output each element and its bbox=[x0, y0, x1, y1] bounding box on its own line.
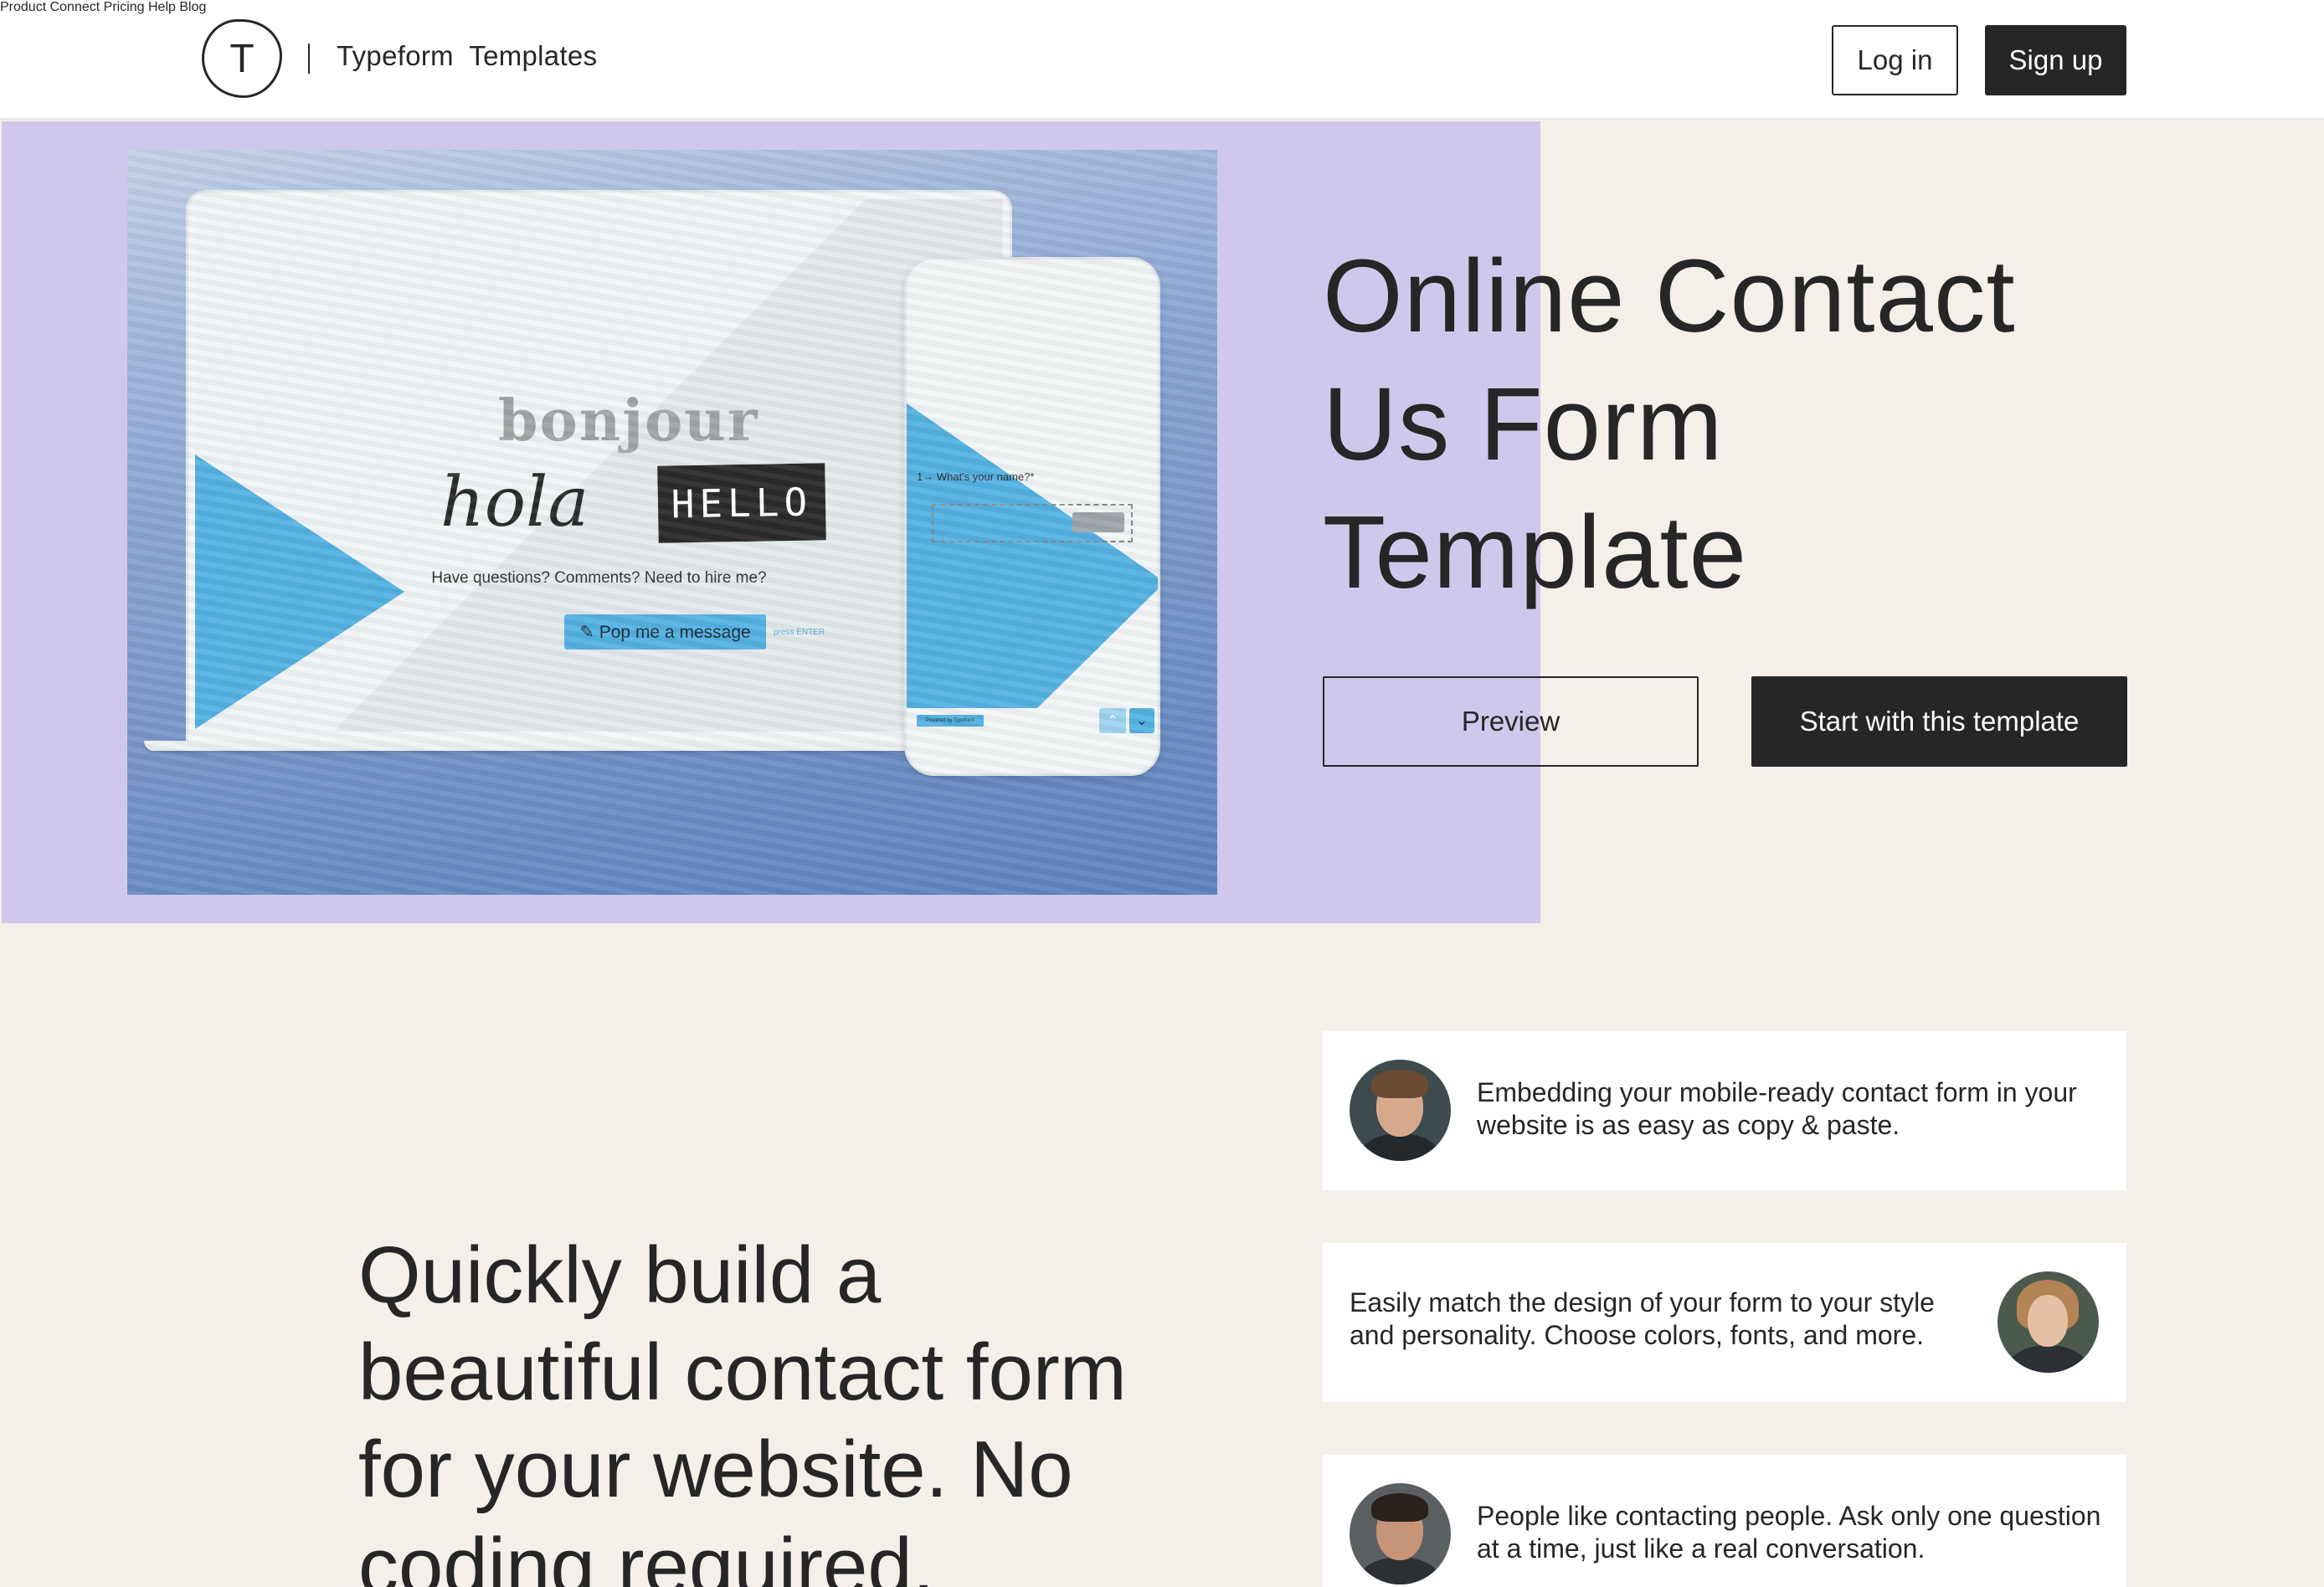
press-enter-hint: press ENTER bbox=[774, 628, 825, 637]
login-button[interactable]: Log in bbox=[1832, 25, 1958, 95]
card-text-line: Easily match the design of your form to … bbox=[1350, 1287, 1935, 1317]
site-header: T Typeform Templates Product Connect Pri… bbox=[0, 0, 2324, 120]
heading-line-3: for your website. No bbox=[358, 1425, 1073, 1514]
heading-line-4: coding required. bbox=[358, 1522, 935, 1587]
nav-product[interactable]: Product bbox=[0, 0, 46, 14]
heading-line-2: beautiful contact form bbox=[358, 1328, 1127, 1417]
title-line-1: Online Contact bbox=[1323, 239, 2016, 354]
logo-letter: T bbox=[229, 36, 255, 81]
feature-card: Embedding your mobile-ready contact form… bbox=[1323, 1031, 2126, 1190]
start-template-button[interactable]: Start with this template bbox=[1751, 676, 2127, 767]
chevron-up-icon: ⌃ bbox=[1099, 708, 1126, 733]
card-text-line: Embedding your mobile-ready contact form… bbox=[1477, 1077, 2077, 1107]
feature-card: People like contacting people. Ask only … bbox=[1323, 1455, 2126, 1587]
hero-template-preview-image: bonjour hola HELLO Have questions? Comme… bbox=[127, 150, 1217, 895]
heading-line-1: Quickly build a bbox=[358, 1230, 882, 1320]
male-bearded-avatar bbox=[1350, 1483, 1451, 1584]
card-text: People like contacting people. Ask only … bbox=[1477, 1500, 2100, 1565]
phone-input-field bbox=[932, 504, 1133, 542]
hello-label: HELLO bbox=[657, 463, 826, 543]
laptop-mockup: bonjour hola HELLO Have questions? Comme… bbox=[186, 190, 1012, 751]
brand-templates-link[interactable]: Typeform Templates bbox=[337, 40, 597, 72]
phone-bottom-bar bbox=[907, 743, 1158, 773]
nav-help[interactable]: Help bbox=[148, 0, 176, 14]
logo-divider bbox=[308, 44, 310, 74]
card-text-line: People like contacting people. Ask only … bbox=[1477, 1501, 2101, 1531]
signup-button[interactable]: Sign up bbox=[1985, 25, 2126, 95]
male-avatar bbox=[1350, 1060, 1451, 1161]
mockup-question: Have questions? Comments? Need to hire m… bbox=[431, 569, 767, 587]
nav-connect[interactable]: Connect bbox=[50, 0, 100, 14]
preview-button[interactable]: Preview bbox=[1323, 676, 1699, 767]
blue-triangle-shape bbox=[195, 455, 404, 729]
title-line-2: Us Form bbox=[1323, 367, 1724, 482]
nav-blog[interactable]: Blog bbox=[179, 0, 206, 14]
feature-card: Easily match the design of your form to … bbox=[1323, 1243, 2126, 1402]
title-line-3: Template bbox=[1323, 496, 1748, 610]
female-avatar bbox=[1998, 1271, 2099, 1373]
card-text-line: and personality. Choose colors, fonts, a… bbox=[1350, 1320, 1924, 1350]
mockup-cta-button: ✎ Pop me a message bbox=[564, 614, 766, 650]
keyboard-icon bbox=[1072, 512, 1124, 532]
phone-mockup: 1→ What's your name?* Powered by Typefor… bbox=[904, 257, 1160, 776]
main-nav: Product Connect Pricing Help Blog bbox=[0, 0, 2324, 15]
hola-text: hola bbox=[440, 463, 589, 542]
powered-by-badge: Powered by Typeform bbox=[917, 715, 984, 727]
phone-question: 1→ What's your name?* bbox=[917, 470, 1035, 483]
laptop-base bbox=[144, 741, 1015, 751]
section-heading: Quickly build a beautiful contact form f… bbox=[358, 1227, 1195, 1587]
card-text: Easily match the design of your form to … bbox=[1350, 1287, 1935, 1352]
chevron-down-icon: ⌄ bbox=[1129, 708, 1154, 733]
page-title: Online Contact Us Form Template bbox=[1323, 233, 2160, 617]
typeform-logo-icon[interactable]: T bbox=[202, 19, 282, 98]
nav-pricing[interactable]: Pricing bbox=[104, 0, 145, 14]
phone-blue-shape bbox=[907, 403, 1158, 708]
bonjour-text: bonjour bbox=[498, 388, 759, 455]
laptop-screen: bonjour hola HELLO Have questions? Comme… bbox=[195, 199, 1003, 732]
card-text-line: website is as easy as copy & paste. bbox=[1477, 1110, 1900, 1140]
card-text-line: at a time, just like a real conversation… bbox=[1477, 1533, 1926, 1564]
card-text: Embedding your mobile-ready contact form… bbox=[1477, 1076, 2077, 1142]
phone-light-area bbox=[907, 403, 1158, 578]
